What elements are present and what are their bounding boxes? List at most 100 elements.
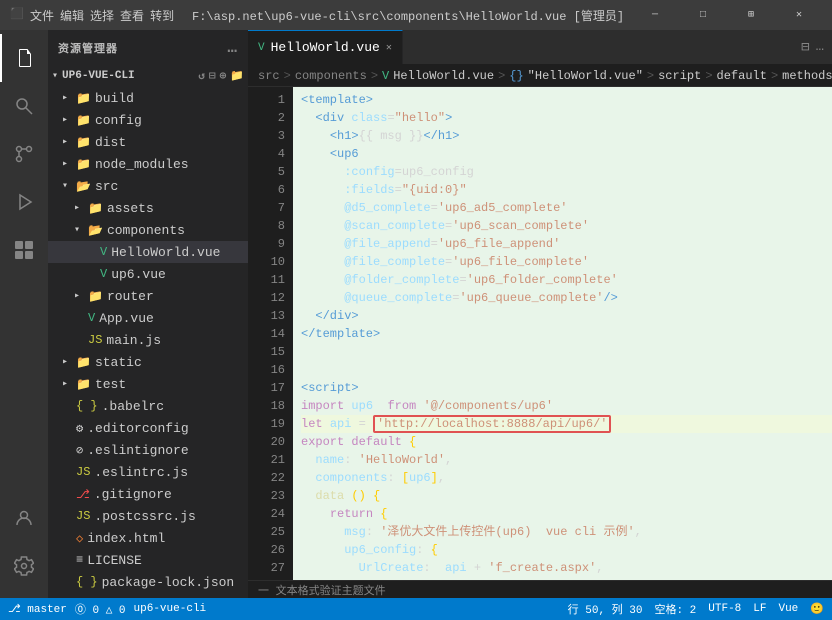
tree-item-mainjs[interactable]: JS main.js (48, 329, 248, 351)
tree-item-postcssrcjs[interactable]: JS .postcssrc.js (48, 505, 248, 527)
breadcrumb: src > components > V HelloWorld.vue > {}… (248, 65, 832, 87)
settings-activity-icon[interactable] (0, 542, 48, 590)
test-label: test (95, 377, 126, 392)
tree-item-indexhtml[interactable]: ◇ index.html (48, 527, 248, 549)
config-label: config (95, 113, 142, 128)
tree-item-root[interactable]: ▾ UP6-VUE-CLI ↺ ⊟ ⊕ 📁 (48, 65, 248, 87)
search-activity-icon[interactable] (0, 82, 48, 130)
app-icon: ⬛ (10, 7, 24, 21)
project-name[interactable]: up6-vue-cli (134, 603, 207, 615)
code-line-24: msg: '泽优大文件上传控件(up6) vue cli 示例', (301, 523, 832, 541)
collapse-icon[interactable]: ⊟ (209, 69, 216, 83)
feedback-icon[interactable]: 🙂 (810, 602, 824, 616)
tree-item-router[interactable]: ▸ 📁 router (48, 285, 248, 307)
code-editor: 12345 678910 1112131415 1617181920 21222… (248, 87, 832, 580)
tree-item-test[interactable]: ▸ 📁 test (48, 373, 248, 395)
code-line-22: data () { (301, 487, 832, 505)
tree-item-node-modules[interactable]: ▸ 📁 node_modules (48, 153, 248, 175)
tab-helloworld[interactable]: V HelloWorld.vue ✕ (248, 30, 403, 64)
packagelockjson-icon: { } (76, 575, 98, 589)
tree-item-assets[interactable]: ▸ 📁 assets (48, 197, 248, 219)
mainjs-label: main.js (106, 333, 161, 348)
cursor-position[interactable]: 行 50, 列 30 (568, 601, 643, 617)
code-line-3: <h1>{{ msg }}</h1> (301, 127, 832, 145)
title-controls[interactable]: ─ □ ⊞ ✕ (632, 0, 822, 30)
code-line-12: @queue_complete='up6_queue_complete'/> (301, 289, 832, 307)
tab-close-icon[interactable]: ✕ (386, 42, 392, 54)
git-branch[interactable]: ⎇ master (8, 602, 67, 616)
bc-default[interactable]: default (717, 69, 767, 83)
new-file-icon[interactable]: ⊕ (220, 69, 227, 83)
code-line-16 (301, 361, 832, 379)
assets-folder-icon: 📁 (88, 201, 103, 216)
code-content[interactable]: <template> <div class="hello"> <h1>{{ ms… (293, 87, 832, 580)
tree-item-build[interactable]: ▸ 📁 build (48, 87, 248, 109)
license-label: LICENSE (87, 553, 142, 568)
bc-helloworld-str[interactable]: "HelloWorld.vue" (528, 69, 643, 83)
tree-item-appvue[interactable]: V App.vue (48, 307, 248, 329)
mainjs-icon: JS (88, 333, 102, 347)
config-folder-icon: 📁 (76, 113, 91, 128)
tree-item-gitignore[interactable]: ⎇ .gitignore (48, 483, 248, 505)
eslintrcjs-icon: JS (76, 465, 90, 479)
title-menu-view[interactable]: 查看 (120, 7, 144, 24)
more-icon[interactable]: … (816, 39, 824, 55)
spaces[interactable]: 空格: 2 (654, 601, 696, 617)
status-right: 行 50, 列 30 空格: 2 UTF-8 LF Vue 🙂 (568, 601, 824, 617)
new-folder-icon[interactable]: 📁 (230, 69, 244, 83)
tree-item-components[interactable]: ▾ 📂 components (48, 219, 248, 241)
bc-script[interactable]: script (658, 69, 701, 83)
sidebar-menu-icon[interactable]: … (227, 39, 238, 57)
up6vue-icon: V (100, 267, 107, 281)
source-control-activity-icon[interactable] (0, 130, 48, 178)
tree-item-eslintignore[interactable]: ⊘ .eslintignore (48, 439, 248, 461)
close-button[interactable]: ✕ (776, 0, 822, 30)
code-line-20: name: 'HelloWorld', (301, 451, 832, 469)
sidebar-header: 资源管理器 … (48, 30, 248, 65)
split-editor-icon[interactable]: ⊟ (801, 39, 809, 56)
split-button[interactable]: ⊞ (728, 0, 774, 30)
tree-item-packagelockjson[interactable]: { } package-lock.json (48, 571, 248, 593)
components-folder-icon: 📂 (88, 223, 103, 238)
title-menu-select[interactable]: 选择 (90, 7, 114, 24)
sidebar-header-icons[interactable]: … (227, 39, 238, 57)
encoding[interactable]: UTF-8 (708, 603, 741, 615)
git-errors[interactable]: ⓪ 0 △ 0 (75, 601, 126, 617)
title-menu-edit[interactable]: 编辑 (60, 7, 84, 24)
refresh-icon[interactable]: ↺ (198, 69, 205, 83)
bc-methods[interactable]: methods (782, 69, 832, 83)
files-activity-icon[interactable] (0, 34, 48, 82)
debug-activity-icon[interactable] (0, 178, 48, 226)
language-mode[interactable]: Vue (778, 603, 798, 615)
bc-components[interactable]: components (295, 69, 367, 83)
minimize-button[interactable]: ─ (632, 0, 678, 30)
title-menu-file[interactable]: 文件 (30, 7, 54, 24)
line-ending[interactable]: LF (753, 603, 766, 615)
tree-item-config[interactable]: ▸ 📁 config (48, 109, 248, 131)
maximize-button[interactable]: □ (680, 0, 726, 30)
tree-item-babelrc[interactable]: { } .babelrc (48, 395, 248, 417)
title-bar-menu-icons: ⬛ 文件 编辑 选择 查看 转到 (10, 7, 174, 24)
title-menu-goto[interactable]: 转到 (150, 7, 174, 24)
tree-item-dist[interactable]: ▸ 📁 dist (48, 131, 248, 153)
static-folder-icon: 📁 (76, 355, 91, 370)
activity-bar (0, 30, 48, 598)
tab-label: HelloWorld.vue (271, 40, 380, 55)
tree-item-static[interactable]: ▸ 📁 static (48, 351, 248, 373)
bc-src[interactable]: src (258, 69, 280, 83)
extensions-activity-icon[interactable] (0, 226, 48, 274)
tree-item-eslintrcjs[interactable]: JS .eslintrc.js (48, 461, 248, 483)
editor-layout-icons[interactable]: ⊟ … (793, 30, 832, 64)
tree-item-license[interactable]: ≡ LICENSE (48, 549, 248, 571)
editorconfig-label: .editorconfig (87, 421, 188, 436)
tree-item-src[interactable]: ▾ 📂 src (48, 175, 248, 197)
bc-helloworld[interactable]: HelloWorld.vue (393, 69, 494, 83)
tree-item-up6vue[interactable]: V up6.vue (48, 263, 248, 285)
tree-item-helloworld[interactable]: V HelloWorld.vue (48, 241, 248, 263)
tree-item-editorconfig[interactable]: ⚙ .editorconfig (48, 417, 248, 439)
test-arrow: ▸ (62, 378, 76, 390)
account-activity-icon[interactable] (0, 494, 48, 542)
gitignore-icon: ⎇ (76, 487, 90, 502)
router-label: router (107, 289, 154, 304)
assets-label: assets (107, 201, 154, 216)
